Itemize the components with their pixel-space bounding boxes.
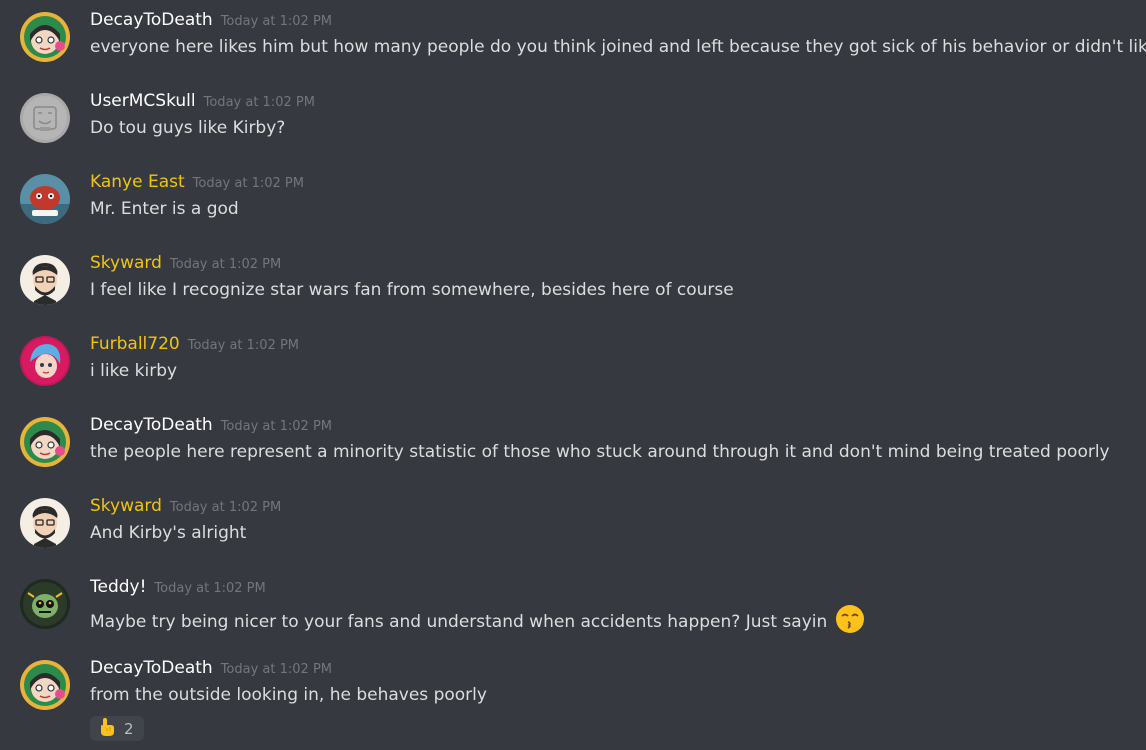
username[interactable]: Kanye East [90,172,185,192]
message-text: Maybe try being nicer to your fans and u… [90,604,865,634]
message-item: Kanye East Today at 1:02 PM Mr. Enter is … [0,162,1146,243]
timestamp: Today at 1:02 PM [220,662,332,677]
message-item: Furball720 Today at 1:02 PM i like kirby [0,324,1146,405]
avatar-decaytodeath[interactable] [20,660,70,710]
message-item: Skyward Today at 1:02 PM I feel like I re… [0,243,1146,324]
timestamp: Today at 1:02 PM [169,257,282,272]
avatar-teddy[interactable] [20,579,70,629]
timestamp: Today at 1:02 PM [169,500,282,515]
username[interactable]: Furball720 [90,334,180,354]
message-text: the people here represent a minority sta… [90,442,1110,462]
message-text: Do tou guys like Kirby? [90,118,286,138]
avatar-skyward[interactable] [20,498,70,548]
chat-message-list: DecayToDeath Today at 1:02 PM everyone he… [0,0,1146,750]
timestamp: Today at 1:02 PM [192,176,304,191]
username[interactable]: Teddy! [90,577,146,597]
avatar-usermcskull[interactable] [20,93,70,143]
pointing-up-hand-icon [98,717,116,741]
kissing-face-icon [835,604,865,634]
message-item: Teddy! Today at 1:02 PM Maybe try being n… [0,567,1146,648]
message-text: I feel like I recognize star wars fan fr… [90,280,734,300]
username[interactable]: DecayToDeath [90,658,213,678]
username[interactable]: DecayToDeath [90,10,213,30]
message-text: And Kirby's alright [90,523,247,543]
message-item: DecayToDeath Today at 1:02 PM the people … [0,405,1146,486]
timestamp: Today at 1:02 PM [154,581,266,596]
avatar-furball720[interactable] [20,336,70,386]
username[interactable]: Skyward [90,253,162,273]
avatar-decaytodeath[interactable] [20,12,70,62]
username[interactable]: Skyward [90,496,162,516]
message-item: DecayToDeath Today at 1:02 PM everyone he… [0,0,1146,81]
message-text: i like kirby [90,361,178,381]
avatar-decaytodeath[interactable] [20,417,70,467]
username[interactable]: UserMCSkull [90,91,196,111]
timestamp: Today at 1:02 PM [187,338,300,353]
avatar-kanye-east[interactable] [20,174,70,224]
avatar-skyward[interactable] [20,255,70,305]
message-text-content: Maybe try being nicer to your fans and u… [90,612,828,632]
message-item: Skyward Today at 1:02 PM And Kirby's alri… [0,486,1146,567]
timestamp: Today at 1:02 PM [203,95,315,110]
message-text: from the outside looking in, he behaves … [90,685,487,705]
message-item: UserMCSkull Today at 1:02 PM Do tou guys … [0,81,1146,162]
message-text: everyone here likes him but how many peo… [90,37,1146,57]
timestamp: Today at 1:02 PM [220,419,332,434]
timestamp: Today at 1:02 PM [220,14,332,29]
message-text: Mr. Enter is a god [90,199,239,219]
reaction-count: 2 [124,719,134,738]
username[interactable]: DecayToDeath [90,415,213,435]
message-item: DecayToDeath Today at 1:02 PM from the ou… [0,648,1146,729]
reaction-button[interactable]: 2 [90,716,144,741]
